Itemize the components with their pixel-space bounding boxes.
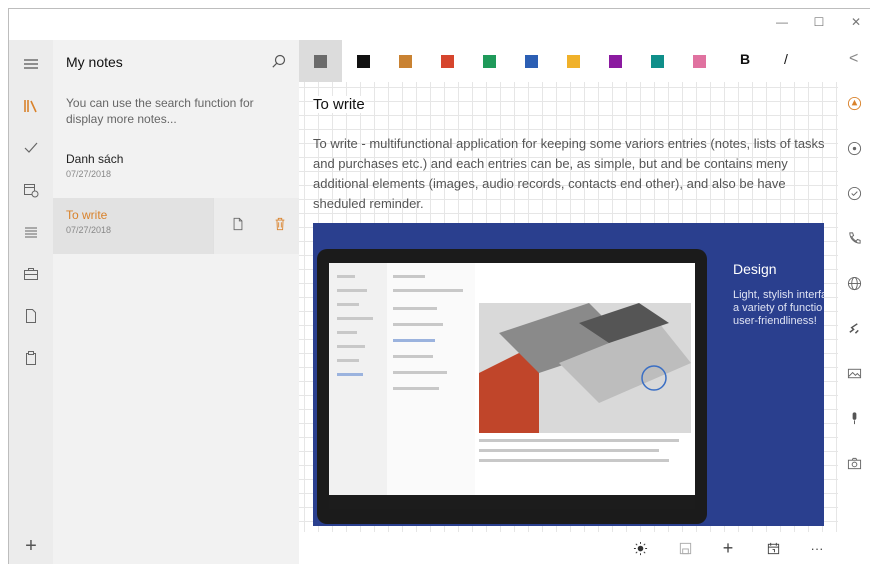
mini-line bbox=[337, 345, 365, 348]
color-swatch-red[interactable] bbox=[426, 40, 469, 82]
tablet-screen bbox=[329, 263, 695, 509]
bottom-action-bar: + ··· bbox=[299, 532, 838, 564]
color-swatch-orange[interactable] bbox=[384, 40, 427, 82]
note-body-text[interactable]: To write - multifunctional application f… bbox=[313, 134, 825, 214]
brightness-icon[interactable] bbox=[630, 538, 650, 558]
swatch-fill bbox=[525, 54, 538, 68]
swatch-fill bbox=[651, 54, 664, 68]
calendar-clock-icon[interactable] bbox=[9, 174, 53, 206]
note-date: 07/27/2018 bbox=[66, 169, 112, 179]
color-swatch-purple[interactable] bbox=[594, 40, 637, 82]
mini-list bbox=[387, 263, 475, 495]
tablet-illustration bbox=[317, 249, 707, 524]
save-icon[interactable] bbox=[675, 538, 695, 558]
microphone-icon[interactable] bbox=[844, 408, 864, 428]
search-icon[interactable] bbox=[269, 52, 289, 72]
mini-line bbox=[393, 323, 443, 326]
phone-icon[interactable] bbox=[844, 228, 864, 248]
mini-line bbox=[393, 289, 463, 292]
mini-line bbox=[337, 303, 359, 306]
mini-line bbox=[393, 387, 439, 390]
mini-line bbox=[393, 307, 437, 310]
search-hint-text: You can use the search function for disp… bbox=[66, 96, 254, 126]
notes-list-panel: My notes You can use the search function… bbox=[53, 40, 299, 564]
mini-line bbox=[479, 449, 659, 452]
swatch-fill bbox=[483, 54, 496, 68]
note-heading[interactable]: To write bbox=[313, 96, 365, 113]
mini-line bbox=[479, 459, 669, 462]
note-date: 07/27/2018 bbox=[66, 225, 112, 235]
mini-line bbox=[337, 317, 373, 320]
embedded-image[interactable]: Design Light, stylish interfa a variety … bbox=[313, 223, 824, 526]
close-button[interactable]: ✕ bbox=[846, 12, 866, 32]
swatch-fill bbox=[357, 54, 370, 68]
note-item-danh-sach[interactable]: Danh sách 07/27/2018 bbox=[53, 142, 299, 198]
color-swatch-pink[interactable] bbox=[678, 40, 721, 82]
italic-button[interactable]: / bbox=[784, 51, 788, 67]
insert-tools-rail bbox=[838, 82, 870, 564]
duplicate-note-icon[interactable] bbox=[228, 214, 248, 234]
note-title: To write bbox=[66, 208, 108, 222]
add-button[interactable]: + bbox=[718, 538, 738, 558]
mini-line bbox=[337, 373, 363, 376]
note-actions bbox=[213, 198, 299, 254]
image-icon[interactable] bbox=[844, 363, 864, 383]
swatch-fill bbox=[567, 54, 580, 68]
collapse-panel-button[interactable]: < bbox=[849, 50, 858, 68]
reminder-icon[interactable] bbox=[844, 93, 864, 113]
maximize-button[interactable]: ☐ bbox=[809, 12, 829, 32]
camera-icon[interactable] bbox=[844, 453, 864, 473]
notes-list-title: My notes bbox=[66, 54, 123, 70]
mini-line bbox=[337, 289, 367, 292]
mini-rail bbox=[329, 263, 387, 495]
mini-line bbox=[393, 371, 447, 374]
record-icon[interactable] bbox=[844, 138, 864, 158]
mini-line bbox=[479, 439, 679, 442]
color-swatch-teal[interactable] bbox=[636, 40, 679, 82]
nav-rail: + bbox=[9, 40, 53, 564]
formatting-toolbar: B / < bbox=[299, 40, 870, 82]
swatch-fill bbox=[441, 54, 454, 68]
checkmark-icon[interactable] bbox=[9, 132, 53, 164]
promo-heading: Design bbox=[733, 261, 777, 277]
mini-line bbox=[337, 275, 355, 278]
minimize-button[interactable]: — bbox=[772, 12, 792, 32]
note-title: Danh sách bbox=[66, 152, 124, 166]
color-swatch-yellow[interactable] bbox=[552, 40, 595, 82]
mini-photo bbox=[479, 303, 691, 433]
briefcase-icon[interactable] bbox=[9, 258, 53, 290]
color-swatch-blue[interactable] bbox=[510, 40, 553, 82]
swatch-fill bbox=[314, 54, 327, 68]
list-icon[interactable] bbox=[9, 216, 53, 248]
more-options-button[interactable]: ··· bbox=[807, 538, 827, 558]
document-icon[interactable] bbox=[9, 300, 53, 332]
hamburger-menu-icon[interactable] bbox=[9, 48, 53, 80]
mini-line bbox=[393, 355, 433, 358]
notes-list-header: My notes bbox=[53, 40, 299, 84]
color-swatch-gray[interactable] bbox=[299, 40, 342, 82]
color-swatch-green[interactable] bbox=[468, 40, 511, 82]
calendar-icon[interactable] bbox=[763, 538, 783, 558]
note-item-to-write[interactable]: To write 07/27/2018 bbox=[53, 198, 299, 254]
color-swatch-black[interactable] bbox=[342, 40, 385, 82]
swatch-fill bbox=[399, 54, 412, 68]
mini-line bbox=[393, 275, 425, 278]
promo-text: Light, stylish interfa a variety of func… bbox=[733, 289, 824, 327]
mini-line bbox=[393, 339, 435, 342]
swatch-fill bbox=[609, 54, 622, 68]
note-editor[interactable]: To write To write - multifunctional appl… bbox=[299, 82, 838, 532]
globe-icon[interactable] bbox=[844, 273, 864, 293]
clipboard-icon[interactable] bbox=[9, 342, 53, 374]
mini-taskbar bbox=[329, 495, 695, 509]
draw-icon[interactable] bbox=[844, 318, 864, 338]
swatch-fill bbox=[693, 54, 706, 68]
add-notebook-button[interactable]: + bbox=[9, 530, 53, 562]
library-icon[interactable] bbox=[9, 90, 53, 122]
mini-line bbox=[337, 331, 357, 334]
delete-note-icon[interactable] bbox=[270, 214, 290, 234]
checkbox-icon[interactable] bbox=[844, 183, 864, 203]
bold-button[interactable]: B bbox=[740, 51, 750, 67]
mini-line bbox=[337, 359, 359, 362]
